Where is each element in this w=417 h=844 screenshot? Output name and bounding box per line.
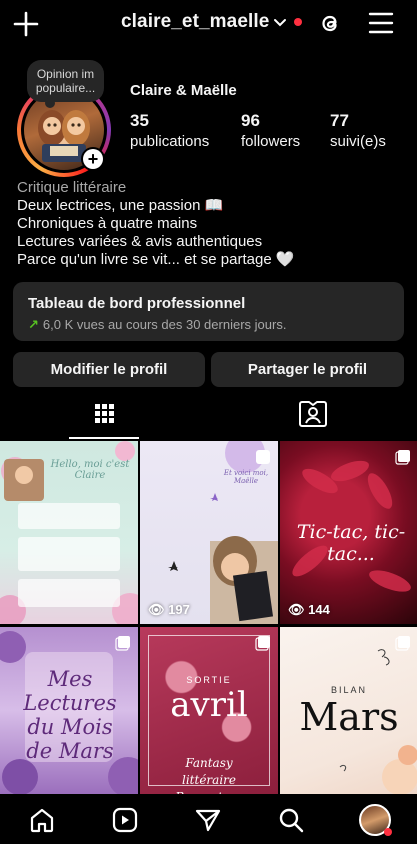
post-kicker: BILAN [330,685,367,695]
stat-label: suivi(e)s [330,133,386,150]
bio-line: Lectures variées & avis authentiques [17,233,263,250]
dashboard-title: Tableau de bord professionnel [28,295,246,312]
play-icon: 👁 [288,602,305,617]
search-icon[interactable] [277,806,305,834]
bio-line: Deux lectrices, une passion 📖 [17,197,224,214]
view-count: 👁 197 [148,602,190,617]
play-icon: 👁 [148,602,165,617]
home-icon[interactable] [28,806,56,834]
top-bar: claire_et_maelle [0,0,417,48]
professional-dashboard[interactable]: Tableau de bord professionnel ↗ 6,0 K vue… [13,282,404,341]
reel-icon [256,450,270,464]
profile-note-bubble[interactable]: Opinion im populaire... [27,60,104,108]
post-title: Mars [299,695,399,739]
bio-line: Chroniques à quatre mains [17,215,198,232]
post-title: Tic-tac, tic-tac... [296,521,406,565]
stat-number: 35 [130,111,149,130]
bio-line: Parce qu'un livre se vit... et se partag… [17,251,295,268]
profile-tabs [0,396,417,440]
stat-following[interactable]: 77 suivi(e)s [330,111,386,152]
post-tile[interactable]: SORTIE avril Fantasy littéraire Romantas… [140,627,278,794]
view-count: 👁 144 [288,602,330,617]
bottom-nav [0,794,417,844]
carousel-icon [395,636,410,651]
add-story-button[interactable]: + [81,147,105,171]
plus-icon[interactable] [12,10,40,38]
post-kicker: SORTIE [186,675,232,685]
post-tile[interactable]: Tic-tac, tic-tac... 👁 144 [280,441,417,624]
note-text: Opinion im populaire... [35,67,96,95]
tagged-icon[interactable] [278,396,348,438]
trend-up-icon: ↗ [28,317,39,332]
stat-publications[interactable]: 35 publications [130,111,209,152]
plus-small-icon: + [83,149,103,169]
send-icon[interactable] [194,806,222,834]
edit-profile-button[interactable]: Modifier le profil [13,352,205,387]
stat-label: publications [130,133,210,150]
post-title: Hello, moi c'est Claire [50,459,130,481]
post-title: avril [170,685,248,725]
display-name: Claire & Maëlle [130,82,237,99]
stat-number: 77 [330,111,349,130]
active-tab-indicator [69,437,139,439]
post-title: Mes Lectures du Mois de Mars [23,667,117,763]
post-tile[interactable]: BILAN Mars [280,627,417,794]
carousel-icon [395,450,410,465]
share-profile-button[interactable]: Partager le profil [211,352,404,387]
menu-icon[interactable] [368,11,394,35]
post-subtitle: Fantasy littéraire Romantasy [175,756,242,794]
username[interactable]: claire_et_maelle [121,11,269,33]
stat-followers[interactable]: 96 followers [241,111,300,152]
grid-icon[interactable] [69,396,139,438]
threads-icon[interactable] [317,10,343,36]
post-tile[interactable]: Hello, moi c'est Claire [0,441,138,624]
carousel-icon [115,636,130,651]
notification-dot [384,828,392,836]
notification-dot [294,18,302,26]
post-tile[interactable]: Mes Lectures du Mois de Mars [0,627,138,794]
bio: Critique littéraire Deux lectrices, une … [17,179,295,269]
chevron-down-icon[interactable] [273,16,287,30]
stat-number: 96 [241,111,260,130]
reels-icon[interactable] [111,806,139,834]
carousel-icon [255,636,270,651]
post-title: Et voici moi, Maëlle [223,469,269,485]
dashboard-subtitle: ↗ 6,0 K vues au cours des 30 derniers jou… [28,317,287,332]
stat-label: followers [241,133,301,150]
post-tile[interactable]: Et voici moi, Maëlle 👁 197 [140,441,278,624]
profile-category: Critique littéraire [17,179,127,196]
